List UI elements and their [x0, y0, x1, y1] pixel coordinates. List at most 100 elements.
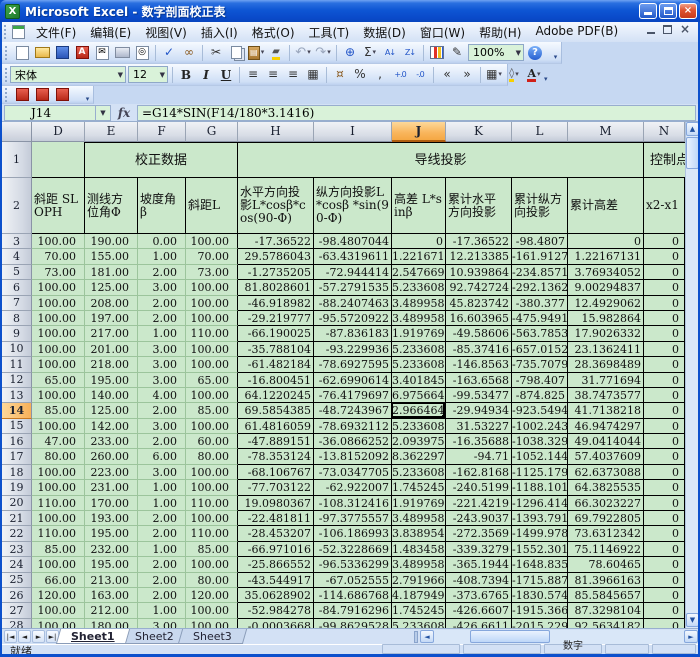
field-header-H[interactable]: 水平方向投影L*cosβ*cos(90-Φ): [238, 178, 314, 234]
maximize-button[interactable]: [659, 3, 677, 19]
cell-I21[interactable]: -97.3775557: [314, 511, 392, 526]
cell-N9[interactable]: 0: [644, 326, 685, 341]
cell-N3[interactable]: 0: [644, 234, 685, 249]
row-header-22[interactable]: 22: [2, 526, 32, 541]
cell-I15[interactable]: -78.6932112: [314, 419, 392, 434]
cell-M4[interactable]: 1.22167131: [568, 249, 644, 264]
borders-button[interactable]: ▦▾: [485, 66, 503, 83]
cell-G10[interactable]: 100.00: [186, 342, 238, 357]
cell-L26[interactable]: -1830.574: [512, 588, 568, 603]
cell-J15[interactable]: 5.233608: [392, 419, 446, 434]
cell-K7[interactable]: 45.823742: [446, 296, 512, 311]
cell-M17[interactable]: 57.4037609: [568, 449, 644, 464]
cell-L20[interactable]: -1296.414: [512, 496, 568, 511]
cell-E25[interactable]: 213.00: [85, 573, 138, 588]
cell-N22[interactable]: 0: [644, 526, 685, 541]
font-name-combo[interactable]: 宋体▼: [10, 66, 126, 83]
cell-N12[interactable]: 0: [644, 373, 685, 388]
menu-item-5[interactable]: 工具(T): [302, 22, 357, 43]
row-header-21[interactable]: 21: [2, 511, 32, 526]
cell-G9[interactable]: 110.00: [186, 326, 238, 341]
cell-G7[interactable]: 100.00: [186, 296, 238, 311]
toolbar-grip[interactable]: [5, 88, 10, 102]
cell-N23[interactable]: 0: [644, 542, 685, 557]
cell-N15[interactable]: 0: [644, 419, 685, 434]
toolbar-options-icon[interactable]: ▾: [544, 65, 548, 85]
cell-L19[interactable]: -1188.101: [512, 480, 568, 495]
cell-M23[interactable]: 75.1146922: [568, 542, 644, 557]
cell-F16[interactable]: 2.00: [138, 434, 186, 449]
cell-E13[interactable]: 140.00: [85, 388, 138, 403]
print-preview-button[interactable]: ◎: [133, 44, 151, 61]
column-header-L[interactable]: L: [512, 122, 568, 142]
sort-descending-button[interactable]: Z↓: [401, 44, 419, 61]
cell-E6[interactable]: 125.00: [85, 280, 138, 295]
horizontal-scroll-thumb[interactable]: [470, 630, 550, 643]
cell-E8[interactable]: 197.00: [85, 311, 138, 326]
cell-G18[interactable]: 100.00: [186, 465, 238, 480]
column-header-D[interactable]: D: [32, 122, 85, 142]
cell-I22[interactable]: -106.186993: [314, 526, 392, 541]
cell-I28[interactable]: -99.8629528: [314, 619, 392, 628]
row-header-23[interactable]: 23: [2, 542, 32, 557]
cell-M21[interactable]: 69.7922805: [568, 511, 644, 526]
cell-H25[interactable]: -43.544917: [238, 573, 314, 588]
cell-D4[interactable]: 70.00: [32, 249, 85, 264]
cell-E20[interactable]: 170.00: [85, 496, 138, 511]
cell-M8[interactable]: 15.982864: [568, 311, 644, 326]
cell-N6[interactable]: 0: [644, 280, 685, 295]
column-header-G[interactable]: G: [186, 122, 238, 142]
row-header-4[interactable]: 4: [2, 249, 32, 264]
row-header-25[interactable]: 25: [2, 573, 32, 588]
field-header-K[interactable]: 累计水平 方向投影: [446, 178, 512, 234]
hyperlink-button[interactable]: ⊕: [341, 44, 359, 61]
cell-H22[interactable]: -28.453207: [238, 526, 314, 541]
cell-D14[interactable]: 85.00: [32, 403, 85, 418]
cell-L11[interactable]: -735.7079: [512, 357, 568, 372]
cell-H26[interactable]: 35.0628902: [238, 588, 314, 603]
acrobat-review-button[interactable]: [53, 86, 71, 103]
cell-G11[interactable]: 100.00: [186, 357, 238, 372]
cell-K21[interactable]: -243.9037: [446, 511, 512, 526]
column-header-K[interactable]: K: [446, 122, 512, 142]
row-header-17[interactable]: 17: [2, 449, 32, 464]
cell-G3[interactable]: 100.00: [186, 234, 238, 249]
cell-H8[interactable]: -29.219777: [238, 311, 314, 326]
field-header-G[interactable]: 斜距L: [186, 178, 238, 234]
cell-M27[interactable]: 87.3298104: [568, 603, 644, 618]
column-header-F[interactable]: F: [138, 122, 186, 142]
cell-E26[interactable]: 163.00: [85, 588, 138, 603]
row-header-15[interactable]: 15: [2, 419, 32, 434]
cell-E16[interactable]: 233.00: [85, 434, 138, 449]
cell-D11[interactable]: 100.00: [32, 357, 85, 372]
cell-G24[interactable]: 100.00: [186, 557, 238, 572]
cell-M6[interactable]: 9.00294837: [568, 280, 644, 295]
cell-F21[interactable]: 2.00: [138, 511, 186, 526]
cell-L25[interactable]: -1715.887: [512, 573, 568, 588]
cell-N16[interactable]: 0: [644, 434, 685, 449]
cell-H17[interactable]: -78.353124: [238, 449, 314, 464]
cell-F5[interactable]: 2.00: [138, 265, 186, 280]
cell-M25[interactable]: 81.3966163: [568, 573, 644, 588]
cell-D5[interactable]: 73.00: [32, 265, 85, 280]
cell-E10[interactable]: 201.00: [85, 342, 138, 357]
cell-I8[interactable]: -95.5720922: [314, 311, 392, 326]
cell-N10[interactable]: 0: [644, 342, 685, 357]
cell-J8[interactable]: 3.489958: [392, 311, 446, 326]
cell-D10[interactable]: 100.00: [32, 342, 85, 357]
help-button[interactable]: ?: [526, 44, 544, 61]
cell-K18[interactable]: -162.8168: [446, 465, 512, 480]
cell-K10[interactable]: -85.37416: [446, 342, 512, 357]
cell-F17[interactable]: 6.00: [138, 449, 186, 464]
cell-M12[interactable]: 31.771694: [568, 373, 644, 388]
cell-M10[interactable]: 23.1362411: [568, 342, 644, 357]
cell-E24[interactable]: 195.00: [85, 557, 138, 572]
align-left-button[interactable]: ≡: [244, 66, 262, 83]
cell-H24[interactable]: -25.866552: [238, 557, 314, 572]
cell-M14[interactable]: 41.7138218: [568, 403, 644, 418]
field-header-J[interactable]: 高差 L*sinβ: [392, 178, 446, 234]
cell-K5[interactable]: 10.939864: [446, 265, 512, 280]
cell-G28[interactable]: 100.00: [186, 619, 238, 628]
cell-L24[interactable]: -1648.835: [512, 557, 568, 572]
cell-N7[interactable]: 0: [644, 296, 685, 311]
